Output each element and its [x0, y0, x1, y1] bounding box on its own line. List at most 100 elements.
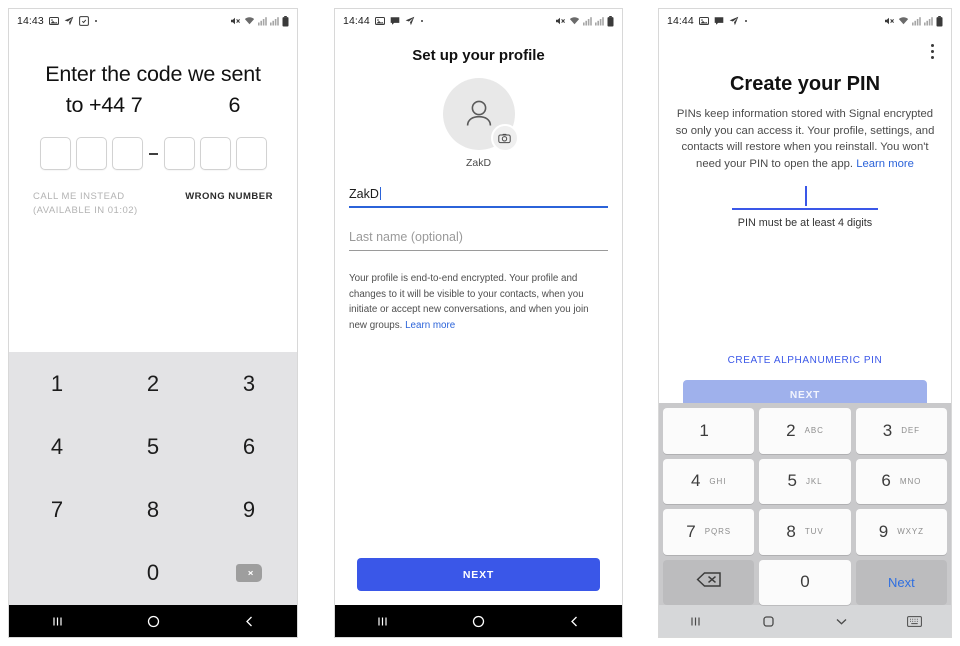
keypad-next-button[interactable]: Next — [855, 559, 947, 605]
message-icon — [714, 16, 724, 26]
code-digit-box[interactable] — [235, 137, 267, 170]
keypad-key-9[interactable]: 9 — [201, 479, 297, 542]
signal-icon — [583, 16, 592, 26]
camera-icon[interactable] — [490, 124, 519, 152]
keypad-digit: 2 — [786, 420, 796, 440]
signal-icon — [595, 16, 604, 26]
keypad-key-5[interactable]: 5 JKL — [759, 458, 851, 504]
photo-icon — [374, 16, 385, 26]
keypad-key-3[interactable]: 3 DEF — [855, 408, 947, 454]
status-bar-right — [884, 15, 943, 27]
last-name-underline — [349, 250, 608, 251]
wifi-icon — [244, 16, 255, 26]
home-icon[interactable] — [761, 614, 776, 629]
screen-body: Create your PIN PINs keep information st… — [659, 33, 951, 605]
learn-more-link[interactable]: Learn more — [856, 158, 914, 170]
keypad-key-2[interactable]: 2 ABC — [759, 408, 851, 454]
status-bar-left: 14:44 — [343, 15, 424, 27]
keypad-letters: PQRS — [704, 527, 732, 537]
recents-icon[interactable] — [688, 614, 703, 629]
keypad-letters: WXYZ — [897, 527, 924, 537]
keypad-key-1[interactable]: 1 — [663, 408, 755, 454]
keypad-letters: DEF — [901, 426, 920, 436]
phone-number-suffix: 6 — [228, 93, 241, 117]
backspace-icon — [236, 564, 262, 583]
status-bar: 14:44 — [335, 9, 622, 33]
code-separator-dash — [148, 152, 158, 155]
android-nav-bar[interactable] — [659, 605, 951, 637]
android-nav-bar[interactable] — [9, 605, 297, 637]
keypad-key-blank — [9, 542, 105, 605]
status-bar-right — [555, 15, 614, 27]
home-icon[interactable] — [471, 614, 486, 629]
pin-input[interactable] — [732, 186, 878, 210]
status-bar-right — [230, 15, 289, 27]
keypad-key-0[interactable]: 0 — [105, 542, 201, 605]
keypad-key-4[interactable]: 4 — [9, 415, 105, 478]
hide-keyboard-icon[interactable] — [834, 614, 849, 629]
keypad-key-6[interactable]: 6 MNO — [855, 458, 947, 504]
keypad-key-8[interactable]: 8 — [105, 479, 201, 542]
keypad-key-6[interactable]: 6 — [201, 415, 297, 478]
keypad-backspace-button[interactable] — [663, 559, 755, 605]
first-name-field[interactable]: ZakD — [349, 185, 608, 208]
learn-more-link[interactable]: Learn more — [405, 320, 455, 331]
code-actions: CALL ME INSTEAD (AVAILABLE IN 01:02) WRO… — [9, 190, 297, 218]
keypad-letters: JKL — [805, 476, 823, 486]
page-title-line2: to +44 7 6 — [23, 90, 283, 121]
status-time: 14:44 — [343, 15, 370, 27]
keypad-key-7[interactable]: 7 — [9, 479, 105, 542]
next-button[interactable]: NEXT — [357, 558, 600, 591]
person-icon — [466, 100, 491, 126]
keypad-key-0[interactable]: 0 — [759, 559, 851, 605]
wifi-icon — [569, 16, 580, 26]
code-digit-box[interactable] — [199, 137, 231, 170]
keypad-letters: MNO — [899, 476, 922, 486]
status-bar: 14:43 — [9, 9, 297, 33]
keypad-letters: TUV — [804, 527, 824, 537]
keypad-backspace-button[interactable] — [201, 542, 297, 605]
last-name-field[interactable]: Last name (optional) — [349, 228, 608, 251]
recents-icon[interactable] — [375, 614, 390, 629]
overflow-menu-icon[interactable] — [923, 39, 941, 63]
keypad-digit: 4 — [690, 471, 701, 491]
page-title: Create your PIN — [729, 73, 881, 95]
keyboard-icon[interactable] — [907, 615, 922, 627]
code-digit-box[interactable] — [39, 137, 71, 170]
page-title-line1: Enter the code we sent — [45, 62, 261, 86]
home-icon[interactable] — [146, 614, 161, 629]
status-time: 14:44 — [667, 15, 694, 27]
code-digit-box[interactable] — [111, 137, 143, 170]
call-me-instead-button[interactable]: CALL ME INSTEAD (AVAILABLE IN 01:02) — [33, 190, 138, 218]
keypad-key-1[interactable]: 1 — [9, 352, 105, 415]
avatar-picker[interactable] — [442, 78, 519, 152]
profile-privacy-text: Your profile is end-to-end encrypted. Yo… — [349, 273, 589, 331]
keypad-key-9[interactable]: 9 WXYZ — [855, 509, 947, 555]
profile-name-fields: ZakD Last name (optional) — [349, 185, 608, 251]
keypad-key-4[interactable]: 4 GHI — [663, 458, 755, 504]
system-numeric-keyboard[interactable]: 1 2 ABC 3 DEF 4 GHI 5 JKL 6 MNO 7 PQRS 8… — [659, 403, 951, 605]
create-alphanumeric-pin-button[interactable]: CREATE ALPHANUMERIC PIN — [659, 355, 951, 366]
recents-icon[interactable] — [50, 614, 65, 629]
phone-screen-profile-setup: 14:44 Set up your profile ZakD ZakD Last… — [334, 8, 623, 638]
numeric-keypad[interactable]: 1 2 3 4 5 6 7 8 9 0 — [9, 352, 297, 605]
screen-body: Enter the code we sent to +44 7 6 CALL M… — [9, 33, 297, 605]
verification-code-input[interactable] — [9, 137, 297, 170]
android-nav-bar[interactable] — [335, 605, 622, 637]
back-icon[interactable] — [242, 614, 257, 629]
pin-hint-label: PIN must be at least 4 digits — [737, 217, 873, 229]
volume-mute-icon — [884, 16, 895, 26]
wrong-number-button[interactable]: WRONG NUMBER — [185, 190, 273, 202]
keypad-key-2[interactable]: 2 — [105, 352, 201, 415]
keypad-key-5[interactable]: 5 — [105, 415, 201, 478]
keypad-key-7[interactable]: 7 PQRS — [663, 509, 755, 555]
back-icon[interactable] — [567, 614, 582, 629]
signal-icon — [924, 16, 933, 26]
text-caret — [379, 187, 381, 200]
last-name-placeholder: Last name (optional) — [349, 230, 463, 244]
code-digit-box[interactable] — [163, 137, 195, 170]
dot-icon — [420, 19, 424, 23]
code-digit-box[interactable] — [75, 137, 107, 170]
keypad-key-8[interactable]: 8 TUV — [759, 509, 851, 555]
keypad-key-3[interactable]: 3 — [201, 352, 297, 415]
